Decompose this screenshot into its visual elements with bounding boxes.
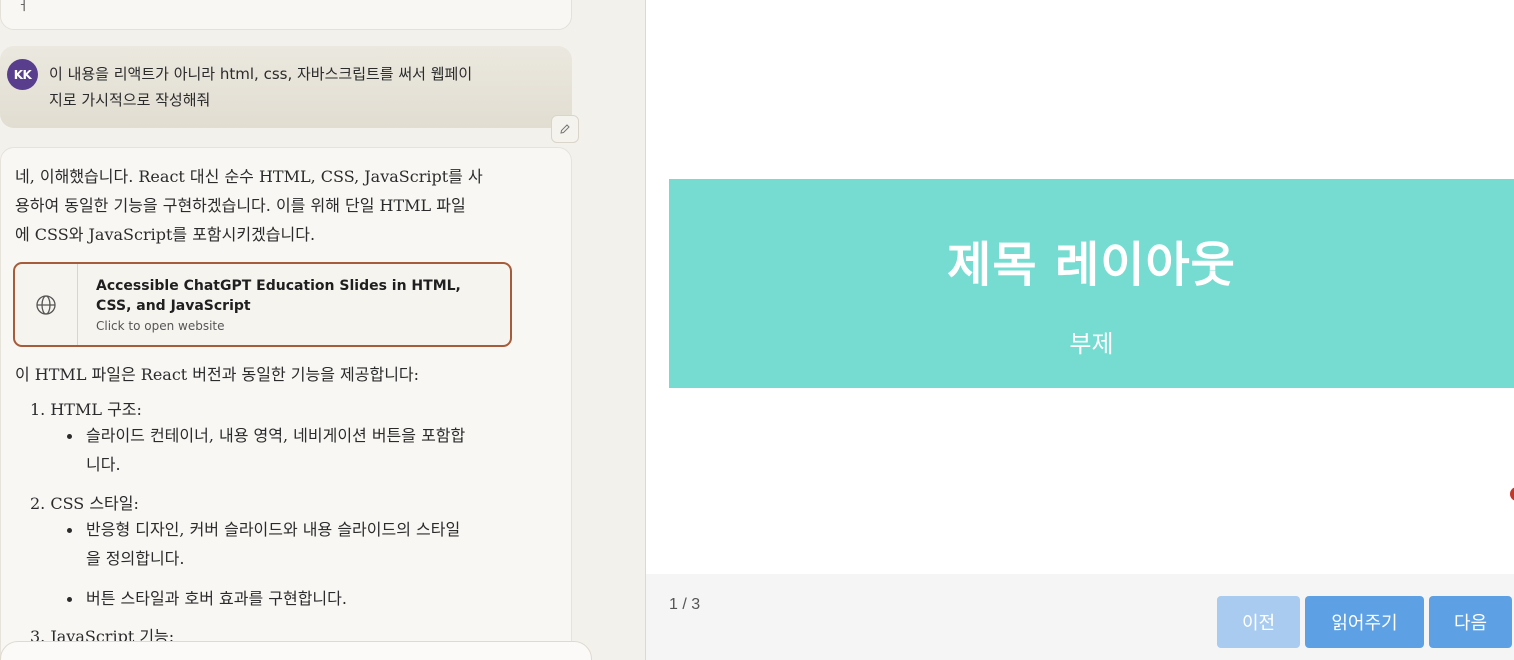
list-bullet-text: 버튼 스타일과 호버 효과를 구현합니다. bbox=[86, 589, 347, 608]
bullet-dot bbox=[67, 597, 72, 602]
chat-input-box[interactable] bbox=[0, 641, 592, 660]
artifact-subtitle: Click to open website bbox=[96, 319, 225, 333]
avatar: KK bbox=[7, 59, 38, 90]
prev-button[interactable]: 이전 bbox=[1217, 596, 1300, 648]
user-message-text: 이 내용을 리액트가 아니라 html, css, 자바스크립트를 써서 웹페이… bbox=[49, 61, 554, 113]
artifact-icon-box bbox=[15, 264, 78, 345]
assistant-intro-line: 네, 이해했습니다. React 대신 순수 HTML, CSS, JavaSc… bbox=[15, 167, 483, 186]
slide: 제목 레이아웃 부제 bbox=[669, 179, 1514, 388]
artifact-card[interactable]: Accessible ChatGPT Education Slides in H… bbox=[13, 262, 512, 347]
assistant-summary: 이 HTML 파일은 React 버전과 동일한 기능을 제공합니다: bbox=[15, 365, 420, 384]
edit-message-button[interactable] bbox=[551, 115, 579, 143]
list-bullet-line: 반응형 디자인, 커버 슬라이드와 내용 슬라이드의 스타일 bbox=[86, 520, 461, 539]
bullet-dot bbox=[67, 528, 72, 533]
user-message-line: 이 내용을 리액트가 아니라 html, css, 자바스크립트를 써서 웹페이 bbox=[49, 65, 473, 83]
slide-subtitle: 부제 bbox=[1069, 330, 1114, 358]
user-message-line: 지로 가시적으로 작성해줘 bbox=[49, 91, 211, 109]
pencil-icon bbox=[560, 124, 570, 134]
list-bullet-text: 슬라이드 컨테이너, 내용 영역, 네비게이션 버튼을 포함합 니다. bbox=[86, 421, 526, 479]
previous-message-card: ㅓ bbox=[0, 0, 572, 30]
list-heading: 1. HTML 구조: bbox=[30, 400, 142, 419]
list-bullet-line: 슬라이드 컨테이너, 내용 영역, 네비게이션 버튼을 포함합 bbox=[86, 426, 466, 445]
list-bullet-text: 반응형 디자인, 커버 슬라이드와 내용 슬라이드의 스타일 을 정의합니다. bbox=[86, 515, 526, 573]
list-bullet-line: 니다. bbox=[86, 455, 121, 474]
page-indicator: 1 / 3 bbox=[669, 596, 701, 613]
artifact-title: Accessible ChatGPT Education Slides in H… bbox=[96, 278, 461, 314]
globe-icon bbox=[36, 294, 56, 315]
list-bullet-line: 을 정의합니다. bbox=[86, 549, 185, 568]
preview-panel: 제목 레이아웃 부제 1 / 3 이전 읽어주기 다음 bbox=[646, 0, 1514, 660]
assistant-intro-line: 용하여 동일한 기능을 구현하겠습니다. 이를 위해 단일 HTML 파일 bbox=[15, 196, 466, 215]
previous-message-fragment: ㅓ bbox=[17, 0, 29, 14]
assistant-intro: 네, 이해했습니다. React 대신 순수 HTML, CSS, JavaSc… bbox=[15, 162, 520, 249]
assistant-intro-line: 에 CSS와 JavaScript를 포함시키겠습니다. bbox=[15, 225, 316, 244]
next-button[interactable]: 다음 bbox=[1429, 596, 1512, 648]
bullet-dot bbox=[67, 434, 72, 439]
edge-handle[interactable] bbox=[1510, 487, 1514, 501]
slide-navigation-bar: 1 / 3 이전 읽어주기 다음 bbox=[646, 574, 1514, 660]
slide-title: 제목 레이아웃 bbox=[947, 237, 1236, 293]
list-heading: 2. CSS 스타일: bbox=[30, 494, 139, 513]
read-aloud-button[interactable]: 읽어주기 bbox=[1305, 596, 1424, 648]
chat-panel: ㅓ KK 이 내용을 리액트가 아니라 html, css, 자바스크립트를 써… bbox=[0, 0, 645, 660]
